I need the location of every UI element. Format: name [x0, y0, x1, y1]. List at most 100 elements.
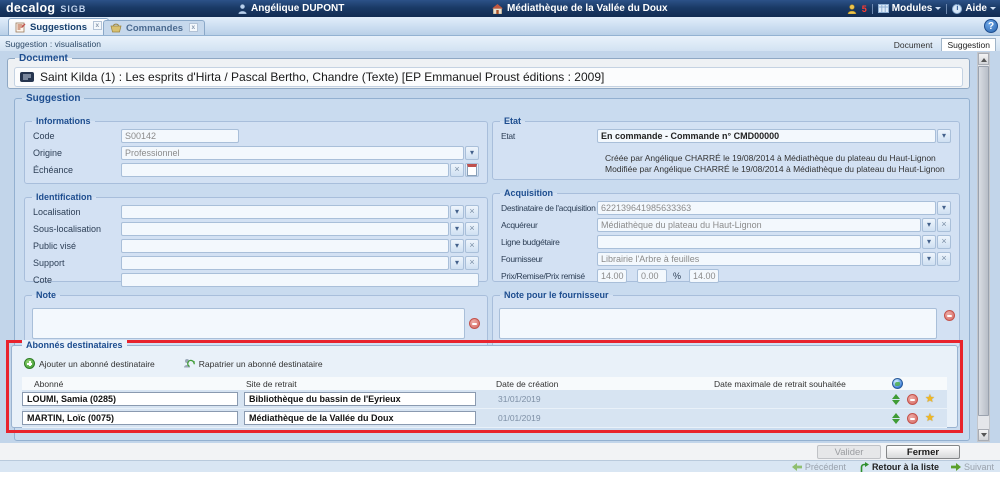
support-clear-button[interactable]: [465, 256, 479, 270]
sous-localisation-select[interactable]: [121, 222, 449, 236]
priority-star-icon[interactable]: ★: [925, 413, 935, 424]
scroll-down-button[interactable]: [978, 429, 989, 441]
tab-suggestions[interactable]: Suggestions x: [8, 18, 109, 35]
site-input[interactable]: Bibliothèque du bassin de l'Eyrieux: [244, 392, 476, 406]
acquereur-caret-button[interactable]: [922, 218, 936, 232]
logo-suffix: SIGB: [60, 4, 86, 14]
remise-field[interactable]: 0.00: [637, 269, 667, 283]
public-vise-clear-button[interactable]: [465, 239, 479, 253]
breadcrumb: Suggestion : visualisation: [5, 39, 101, 49]
table-row: MARTIN, Loïc (0075) Médiathèque de la Va…: [22, 409, 947, 428]
echeance-field[interactable]: [121, 163, 449, 177]
retour-liste-label: Retour à la liste: [872, 462, 939, 472]
destinataire-select[interactable]: 622139641985633363: [597, 201, 936, 215]
ligne-budgetaire-clear-button[interactable]: [937, 235, 951, 249]
ligne-budgetaire-select[interactable]: [597, 235, 921, 249]
library-menu[interactable]: Médiathèque de la Vallée du Doux: [492, 0, 668, 17]
site-input[interactable]: Médiathèque de la Vallée du Doux: [244, 411, 476, 425]
anchor-tab-document[interactable]: Document: [889, 39, 938, 51]
sous-localisation-clear-button[interactable]: [465, 222, 479, 236]
acquereur-select[interactable]: Médiathèque du plateau du Haut-Lignon: [597, 218, 921, 232]
origine-select[interactable]: Professionnel: [121, 146, 464, 160]
note-textarea[interactable]: [32, 308, 465, 339]
note-fournisseur-remove-button[interactable]: [944, 310, 955, 321]
sessions-icon[interactable]: [847, 4, 857, 14]
precedent-link[interactable]: Précédent: [792, 462, 846, 472]
aide-button[interactable]: Aide: [952, 3, 996, 14]
col-site-retrait: Site de retrait: [244, 379, 484, 389]
echeance-clear-button[interactable]: [450, 163, 464, 177]
user-menu[interactable]: Angélique DUPONT: [238, 0, 344, 17]
ligne-budgetaire-caret-button[interactable]: [922, 235, 936, 249]
navbar-right: 5 Modules Aide: [847, 0, 996, 17]
arrow-left-icon: [792, 463, 802, 471]
library-name: Médiathèque de la Vallée du Doux: [507, 3, 668, 14]
support-select[interactable]: [121, 256, 449, 270]
note-fournisseur-textarea[interactable]: [499, 308, 937, 339]
modules-grid-icon: [878, 4, 889, 13]
public-vise-select[interactable]: [121, 239, 449, 253]
help-button[interactable]: ?: [984, 19, 998, 33]
echeance-label: Échéance: [33, 165, 121, 175]
document-section: Document Saint Kilda (1) : Les esprits d…: [7, 53, 970, 89]
acquisition-section: Acquisition Destinataire de l'acquisitio…: [492, 188, 960, 282]
destinataire-caret-button[interactable]: [937, 201, 951, 215]
acquereur-clear-button[interactable]: [937, 218, 951, 232]
tab-label: Suggestions: [30, 22, 87, 33]
fermer-button[interactable]: Fermer: [886, 445, 960, 459]
support-caret-button[interactable]: [450, 256, 464, 270]
ligne-budgetaire-label: Ligne budgétaire: [501, 237, 597, 247]
informations-legend: Informations: [32, 116, 95, 126]
tab-close-button[interactable]: x: [93, 21, 102, 30]
public-vise-label: Public visé: [33, 241, 121, 251]
fournisseur-caret-button[interactable]: [922, 252, 936, 266]
table-row: LOUMI, Samia (0285) Bibliothèque du bass…: [22, 390, 947, 409]
retour-liste-link[interactable]: Retour à la liste: [858, 462, 939, 472]
rapatrier-abonne-button[interactable]: Rapatrier un abonné destinataire: [183, 358, 323, 369]
prix-remise-field[interactable]: 14.00: [689, 269, 719, 283]
localisation-caret-button[interactable]: [450, 205, 464, 219]
origine-caret-button[interactable]: [465, 146, 479, 160]
acquereur-label: Acquéreur: [501, 220, 597, 230]
scroll-down-icon: [981, 433, 987, 440]
add-abonne-button[interactable]: Ajouter un abonné destinataire: [24, 358, 155, 369]
sous-localisation-caret-button[interactable]: [450, 222, 464, 236]
suivant-link[interactable]: Suivant: [951, 462, 994, 472]
fournisseur-select[interactable]: Librairie l'Arbre à feuilles: [597, 252, 921, 266]
delete-row-button[interactable]: [907, 394, 918, 405]
etat-select[interactable]: En commande - Commande n° CMD00000: [597, 129, 936, 143]
localisation-clear-button[interactable]: [465, 205, 479, 219]
breadcrumb-bar: Suggestion : visualisation Document Sugg…: [0, 36, 1000, 51]
fournisseur-clear-button[interactable]: [937, 252, 951, 266]
abonne-input[interactable]: LOUMI, Samia (0285): [22, 392, 238, 406]
modules-button[interactable]: Modules: [878, 3, 942, 14]
return-arrow-icon: [858, 462, 869, 472]
acquisition-legend: Acquisition: [500, 188, 557, 198]
move-row-button[interactable]: [892, 409, 900, 428]
delete-row-button[interactable]: [907, 413, 918, 424]
code-field[interactable]: S00142: [121, 129, 239, 143]
note-remove-button[interactable]: [469, 318, 480, 329]
commandes-tab-icon: [110, 23, 122, 33]
user-icon: [238, 4, 247, 14]
scroll-up-button[interactable]: [978, 53, 989, 65]
tab-commandes[interactable]: Commandes x: [103, 20, 205, 35]
prix-field[interactable]: 14.00: [597, 269, 627, 283]
anchor-tab-suggestion[interactable]: Suggestion: [941, 38, 996, 51]
vertical-scrollbar[interactable]: [977, 52, 990, 442]
decalog-logo: decalogSIGB: [6, 1, 86, 15]
etat-caret-button[interactable]: [937, 129, 951, 143]
abonne-input[interactable]: MARTIN, Loïc (0075): [22, 411, 238, 425]
priority-star-icon[interactable]: ★: [925, 394, 935, 405]
record-navigation-bar: Précédent Retour à la liste Suivant: [0, 460, 1000, 472]
echeance-calendar-button[interactable]: [465, 163, 479, 177]
col-date-creation: Date de création: [484, 379, 702, 389]
move-row-button[interactable]: [892, 390, 900, 409]
cote-field[interactable]: [121, 273, 479, 287]
tab-close-button[interactable]: x: [189, 23, 198, 32]
etat-created-line: Créée par Angélique CHARRÉ le 19/08/2014…: [605, 153, 945, 164]
public-vise-caret-button[interactable]: [450, 239, 464, 253]
localisation-select[interactable]: [121, 205, 449, 219]
scroll-thumb[interactable]: [978, 66, 989, 416]
valider-button[interactable]: Valider: [817, 445, 881, 459]
